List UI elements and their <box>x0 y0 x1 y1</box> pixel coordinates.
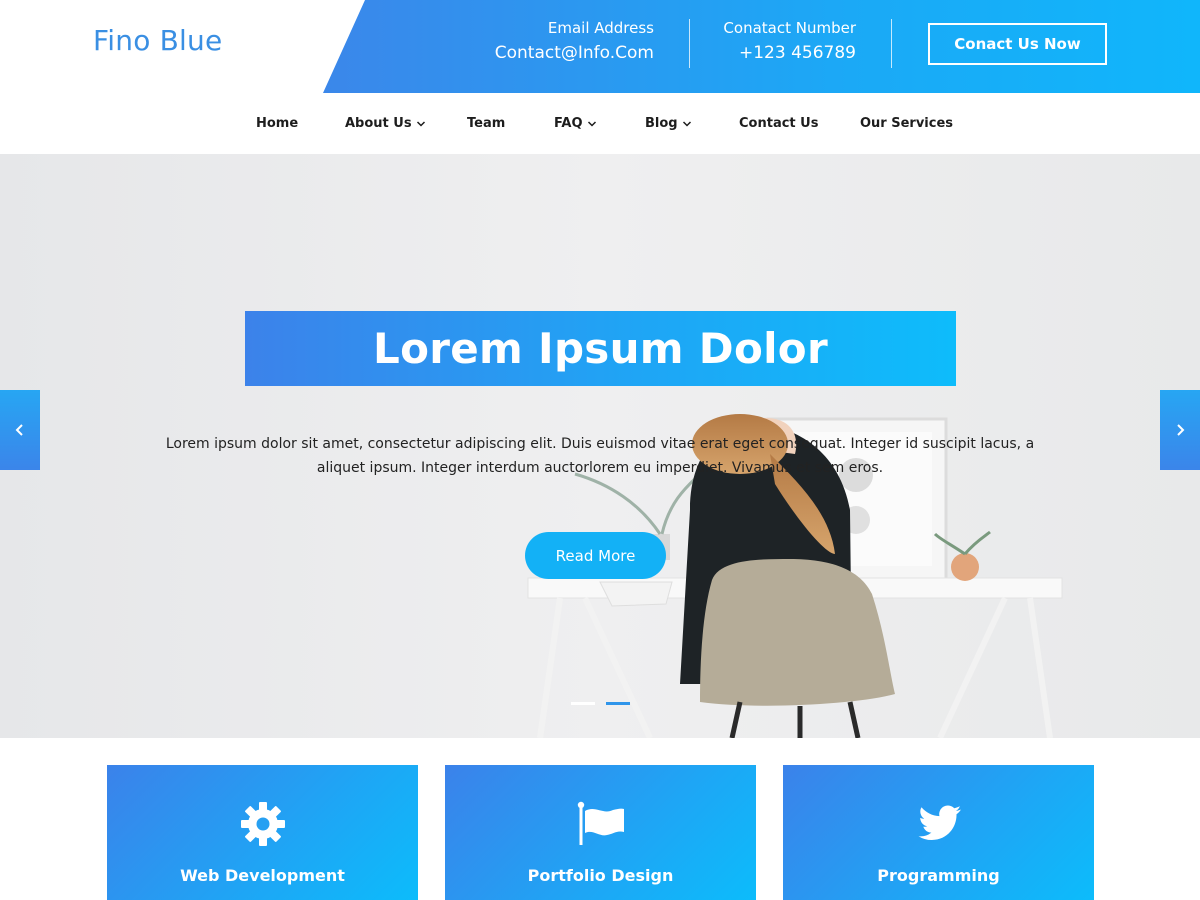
service-card-programming[interactable]: Programming <box>783 765 1094 900</box>
nav-item-team[interactable]: Team <box>467 116 505 131</box>
nav-item-label: Home <box>256 116 299 131</box>
hero-slider: Lorem Ipsum Dolor Lorem ipsum dolor sit … <box>0 154 1200 738</box>
top-header: Fino Blue Email Address Contact@Info.Com… <box>0 0 1200 93</box>
service-card-label: Programming <box>877 866 1000 885</box>
flag-icon <box>577 801 624 845</box>
service-card-portfolio-design[interactable]: Portfolio Design <box>445 765 756 900</box>
nav-item-home[interactable]: Home <box>256 116 298 131</box>
gear-icon <box>240 802 285 846</box>
chevron-down-icon <box>587 120 596 127</box>
chevron-left-icon <box>15 424 23 436</box>
phone-contact: Conatact Number +123 456789 <box>723 19 856 63</box>
nav-item-label: Team <box>467 116 506 131</box>
email-value[interactable]: Contact@Info.Com <box>495 43 654 63</box>
nav-item-label: Blog <box>645 116 678 131</box>
twitter-icon <box>918 805 961 841</box>
nav-item-contact-us[interactable]: Contact Us <box>739 116 818 131</box>
email-label: Email Address <box>547 19 654 37</box>
nav-item-blog[interactable]: Blog <box>645 116 692 131</box>
header-divider <box>891 19 892 68</box>
contact-us-now-button[interactable]: Conact Us Now <box>928 23 1107 65</box>
service-card-label: Portfolio Design <box>527 866 674 885</box>
slider-next-button[interactable] <box>1160 390 1200 470</box>
service-card-web-development[interactable]: Web Development <box>107 765 418 900</box>
email-contact: Email Address Contact@Info.Com <box>495 19 654 63</box>
main-nav: Home About Us Team FAQ Blog Contact Us O… <box>0 93 1200 154</box>
service-card-label: Web Development <box>180 866 345 885</box>
read-more-button[interactable]: Read More <box>525 532 666 579</box>
hero-title: Lorem Ipsum Dolor <box>373 324 828 373</box>
nav-item-label: FAQ <box>554 116 583 131</box>
nav-item-label: Our Services <box>860 116 954 131</box>
phone-label: Conatact Number <box>723 19 856 37</box>
slider-dot-active[interactable] <box>606 702 630 705</box>
nav-item-faq[interactable]: FAQ <box>554 116 597 131</box>
nav-item-label: About Us <box>345 116 412 131</box>
nav-item-label: Contact Us <box>739 116 819 131</box>
site-logo[interactable]: Fino Blue <box>93 24 222 57</box>
slider-prev-button[interactable] <box>0 390 40 470</box>
nav-item-our-services[interactable]: Our Services <box>860 116 953 131</box>
nav-item-about-us[interactable]: About Us <box>345 116 426 131</box>
chevron-down-icon <box>682 120 691 127</box>
hero-description: Lorem ipsum dolor sit amet, consectetur … <box>165 436 1035 476</box>
chevron-right-icon <box>1177 424 1185 436</box>
phone-value[interactable]: +123 456789 <box>723 43 856 63</box>
chevron-down-icon <box>416 120 425 127</box>
hero-title-banner: Lorem Ipsum Dolor <box>245 311 956 386</box>
header-divider <box>689 19 690 68</box>
slider-dot[interactable] <box>571 702 595 705</box>
